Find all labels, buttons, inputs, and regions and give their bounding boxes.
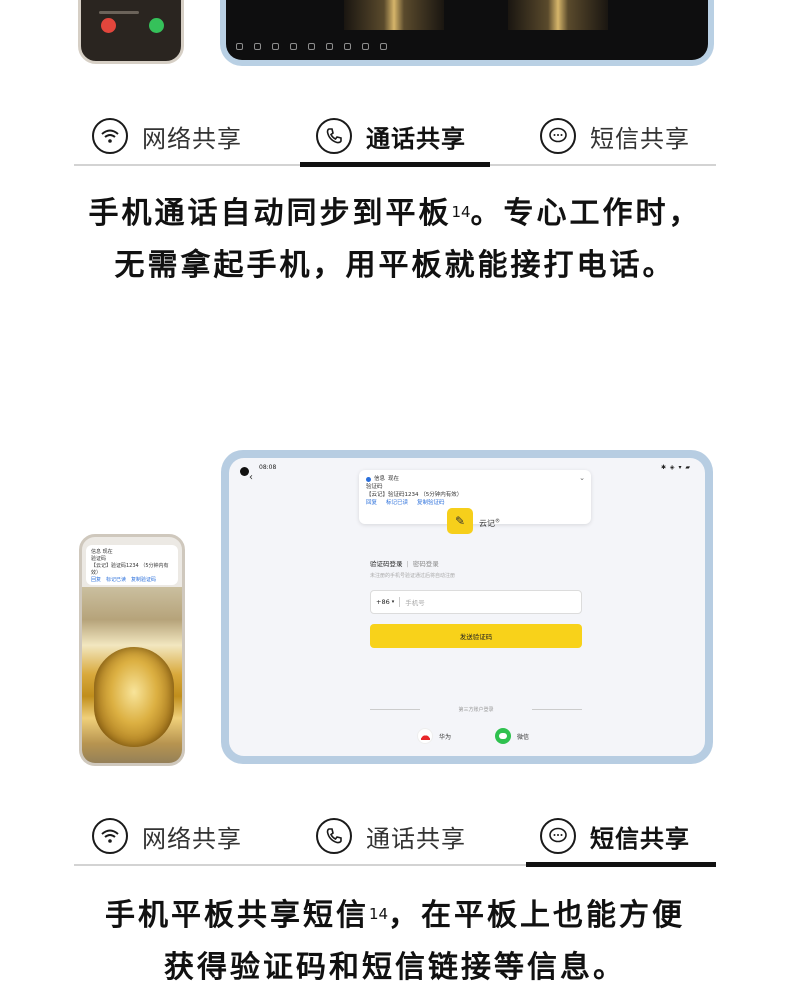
toolbar-icon	[308, 43, 315, 50]
phone-call-icon	[316, 118, 352, 154]
toolbar-icon	[344, 43, 351, 50]
active-tab-indicator	[300, 162, 490, 167]
country-code-select[interactable]: +86	[376, 598, 390, 606]
tablet-screen: 08:08 ✱ ◈ ▾ ▰ ‹ 信息 现在 验证码 【云记】验证码1234 （5分…	[229, 458, 705, 756]
message-app-icon	[366, 476, 371, 482]
call-share-description: 手机通话自动同步到平板14。专心工作时， 无需拿起手机，用平板就能接打电话。	[0, 188, 790, 292]
status-time: 08:08	[259, 464, 277, 471]
reply-link[interactable]: 回复	[91, 577, 101, 583]
third-party-divider: 第三方账户登录	[370, 704, 582, 714]
toolbar-icon	[362, 43, 369, 50]
top-tablet-screen	[226, 0, 708, 60]
mark-read-link[interactable]: 标记已读	[106, 577, 126, 583]
toolbar-icon	[254, 43, 261, 50]
top-phone-mockup	[78, 0, 184, 64]
tab-network-share[interactable]: 网络共享	[92, 818, 242, 854]
back-arrow-icon[interactable]: ‹	[249, 472, 253, 483]
toolbar-icon	[272, 43, 279, 50]
tab-call-share[interactable]: 通话共享	[316, 118, 466, 154]
mark-read-link[interactable]: 标记已读	[386, 500, 408, 506]
app-name: 云记®	[479, 518, 500, 528]
tab-label: 网络共享	[142, 824, 242, 853]
video-pane-right	[508, 0, 608, 30]
active-tab-indicator	[526, 862, 716, 867]
tab-password-login[interactable]: 密码登录	[413, 560, 439, 568]
decline-call-icon	[101, 18, 116, 33]
tablet-sms-notification[interactable]: 信息 现在 验证码 【云记】验证码1234 （5分钟内有效） 回复 标记已读 复制验证…	[359, 470, 591, 524]
camera-module-image	[94, 647, 174, 747]
tab-sms-share[interactable]: 短信共享	[540, 818, 690, 854]
tab-code-login[interactable]: 验证码登录	[370, 560, 403, 568]
tab-network-share[interactable]: 网络共享	[92, 118, 242, 154]
tab-label: 网络共享	[142, 124, 242, 153]
send-code-button[interactable]: 发送验证码	[370, 624, 582, 648]
toolbar-icon	[326, 43, 333, 50]
message-icon	[540, 818, 576, 854]
description-line-2: 无需拿起手机，用平板就能接打电话。	[114, 248, 676, 283]
status-icons: ✱ ◈ ▾ ▰	[661, 464, 691, 471]
wechat-login-button[interactable]: 微信	[495, 728, 529, 744]
copy-code-link[interactable]: 复制验证码	[131, 577, 156, 583]
tablet-mockup: 08:08 ✱ ◈ ▾ ▰ ‹ 信息 现在 验证码 【云记】验证码1234 （5分…	[221, 450, 713, 764]
top-tabbar: 网络共享 通话共享 短信共享	[74, 106, 716, 167]
tab-label: 短信共享	[590, 124, 690, 153]
app-logo-icon: ✎	[447, 508, 473, 534]
chevron-down-icon: ▾	[391, 599, 395, 605]
tab-call-share[interactable]: 通话共享	[316, 818, 466, 854]
phone-call-icon	[316, 818, 352, 854]
reply-link[interactable]: 回复	[366, 500, 377, 506]
wechat-logo-icon	[495, 728, 511, 744]
copy-code-link[interactable]: 复制验证码	[417, 500, 445, 506]
toolbar-icon	[236, 43, 243, 50]
description-line-1: 手机通话自动同步到平板14。专心工作时，	[88, 196, 702, 231]
description-line-2: 获得验证码和短信链接等信息。	[164, 950, 626, 985]
tab-sms-share[interactable]: 短信共享	[540, 118, 690, 154]
sms-share-description: 手机平板共享短信14，在平板上也能方便 获得验证码和短信链接等信息。	[0, 890, 790, 994]
call-toolbar	[236, 43, 387, 50]
chevron-down-icon[interactable]: ⌄	[579, 474, 585, 482]
bottom-tabbar: 网络共享 通话共享 短信共享	[74, 806, 716, 867]
wifi-icon	[92, 118, 128, 154]
top-tablet-mockup	[220, 0, 714, 66]
phone-mockup: 信息 现在 验证码 【云记】验证码1234 （5分钟内有效） 回复 标记已读 复制验…	[79, 534, 185, 766]
phone-input[interactable]: 手机号	[405, 597, 425, 607]
message-icon	[540, 118, 576, 154]
call-info-line	[99, 11, 139, 14]
toolbar-icon	[290, 43, 297, 50]
description-line-1: 手机平板共享短信14，在平板上也能方便	[104, 898, 686, 933]
phone-number-field[interactable]: +86 ▾ 手机号	[370, 590, 582, 614]
tab-label: 通话共享	[366, 124, 466, 153]
toolbar-icon	[380, 43, 387, 50]
huawei-login-button[interactable]: 华为	[417, 728, 451, 744]
accept-call-icon	[149, 18, 164, 33]
login-hint: 未注册的手机号验证通过后将自动注册	[370, 573, 456, 579]
tab-label: 通话共享	[366, 824, 466, 853]
tab-label: 短信共享	[590, 824, 690, 853]
video-pane-left	[344, 0, 444, 30]
login-tabs: 验证码登录 | 密码登录	[370, 560, 439, 568]
huawei-logo-icon	[417, 728, 433, 744]
front-camera	[240, 467, 249, 476]
phone-sms-notification[interactable]: 信息 现在 验证码 【云记】验证码1234 （5分钟内有效） 回复 标记已读 复制验…	[86, 545, 178, 585]
wifi-icon	[92, 818, 128, 854]
